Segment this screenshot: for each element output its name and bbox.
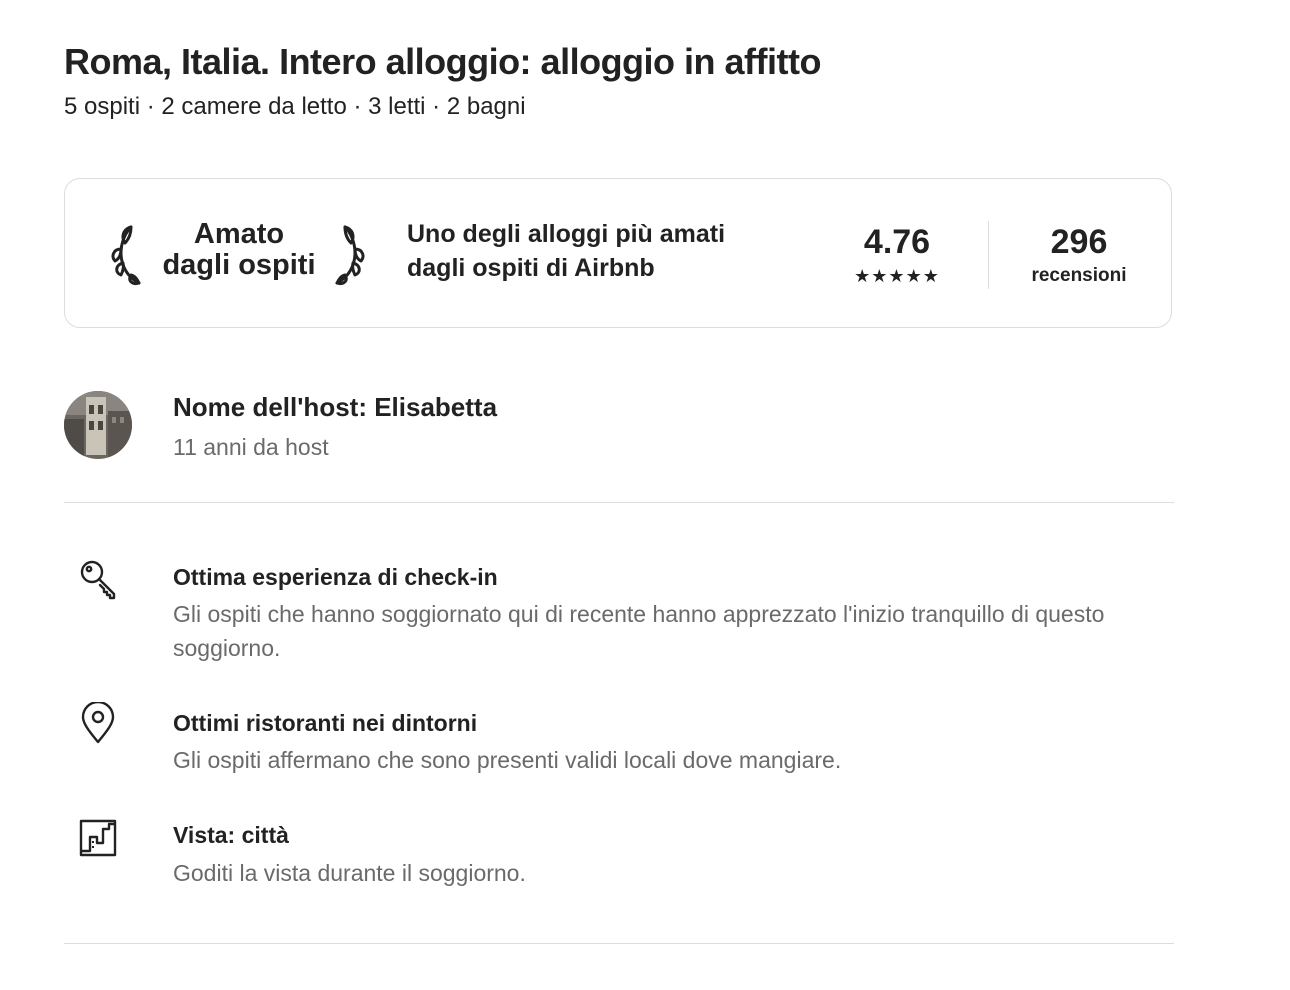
highlight-title: Ottimi ristoranti nei dintorni <box>173 710 478 736</box>
section-divider <box>64 502 1174 503</box>
host-avatar[interactable] <box>64 391 132 459</box>
highlight-description: Goditi la vista durante il soggiorno. <box>173 860 526 886</box>
guest-favorite-badge: Amato dagli ospiti <box>155 219 323 281</box>
rating-stars: ★★★★★ <box>854 266 940 286</box>
listing-summary: 5 ospiti · 2 camere da letto · 3 letti ·… <box>64 93 526 120</box>
guest-favorite-card[interactable]: Amato dagli ospiti Uno degli alloggi più… <box>64 178 1172 328</box>
highlight-title: Ottima esperienza di check-in <box>173 564 498 590</box>
laurel-right-icon <box>329 223 367 287</box>
highlight-description: Gli ospiti che hanno soggiornato qui di … <box>173 601 1105 661</box>
map-pin-icon <box>78 702 118 746</box>
reviews-block[interactable]: 296 recensioni <box>1009 221 1149 288</box>
reviews-count: 296 <box>1050 223 1108 261</box>
host-years: 11 anni da host <box>173 434 329 460</box>
host-name: Nome dell'host: Elisabetta <box>173 392 498 422</box>
section-divider <box>64 943 1174 944</box>
rating-value: 4.76 <box>863 223 931 261</box>
guest-favorite-line2: dagli ospiti <box>162 249 316 281</box>
reviews-label: recensioni <box>1031 265 1127 286</box>
highlight-description: Gli ospiti affermano che sono presenti v… <box>173 747 842 773</box>
rating-divider <box>988 221 989 289</box>
laurel-left-icon <box>109 223 147 287</box>
city-view-icon <box>78 816 118 860</box>
listing-title: Roma, Italia. Intero alloggio: alloggio … <box>64 41 822 82</box>
key-icon <box>78 558 118 602</box>
guest-favorite-description: Uno degli alloggi più amati dagli ospiti… <box>407 220 726 282</box>
highlight-title: Vista: città <box>173 822 289 848</box>
rating-block: 4.76 ★★★★★ <box>837 221 957 287</box>
guest-favorite-line1: Amato <box>193 218 285 250</box>
